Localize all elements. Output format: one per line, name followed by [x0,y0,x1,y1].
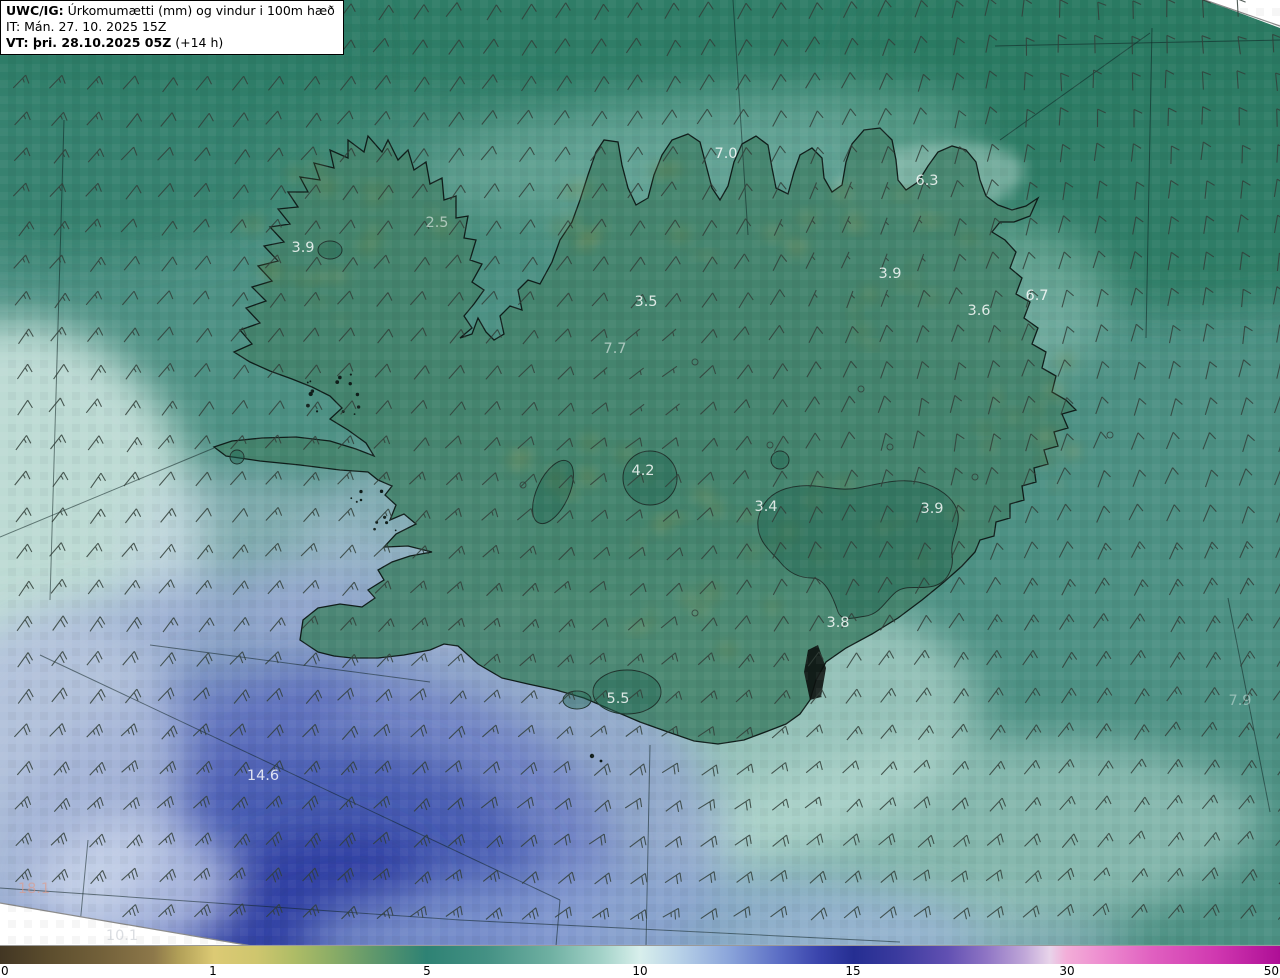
tick-10: 10 [632,964,648,978]
precip-value-label: 2.5 [425,215,448,231]
iceland-precip-wind-map: 7.0 6.3 3.9 2.5 3.5 3.9 3.6 6.7 7.7 4.2 3.4 3.9 3.8 5… [0,0,1280,946]
precip-value-label: 18.1 [18,881,50,897]
precip-value-label: 3.9 [878,266,901,282]
colorbar-tick-labels: 0 1 5 10 15 30 50 [0,964,1280,978]
tick-0: 0 [1,964,9,978]
tick-5: 5 [423,964,431,978]
valid-time-line: VT: þri. 28.10.2025 05Z (+14 h) [6,34,224,50]
precip-value-label: 3.9 [291,240,314,256]
precip-value-label: 14.6 [247,768,279,784]
tick-50: 50 [1263,964,1279,978]
precip-value-label: 6.3 [915,173,938,189]
tick-15: 15 [845,964,861,978]
precip-value-label: 3.6 [967,303,990,319]
colorbar-gradient [0,945,1280,964]
map-title-box: UWC/IG: Úrkomumætti (mm) og vindur i 100… [0,0,344,55]
precip-colorbar: 0 1 5 10 15 30 50 [0,945,1280,978]
precip-value-label: 3.5 [634,294,657,310]
precip-value-label: 10.1 [106,928,138,944]
init-time-line: IT: Mán. 27. 10. 2025 15Z [6,18,167,34]
tick-30: 30 [1059,964,1075,978]
precip-value-label: 7.7 [603,341,626,357]
precip-value-label: 3.8 [826,615,849,631]
precip-value-label: 3.9 [920,501,943,517]
precip-value-label: 7.9 [1228,693,1251,709]
weather-map-page: 7.0 6.3 3.9 2.5 3.5 3.9 3.6 6.7 7.7 4.2 3.4 3.9 3.8 5… [0,0,1280,978]
map-title-line: UWC/IG: Úrkomumætti (mm) og vindur i 100… [6,3,335,18]
product-id: UWC/IG: [6,3,64,18]
precip-value-label: 6.7 [1025,288,1048,304]
precip-value-label: 4.2 [631,463,654,479]
tick-1: 1 [209,964,217,978]
precip-value-label: 7.0 [714,146,737,162]
precip-value-label: 3.4 [754,499,777,515]
precip-value-label: 5.5 [606,691,629,707]
